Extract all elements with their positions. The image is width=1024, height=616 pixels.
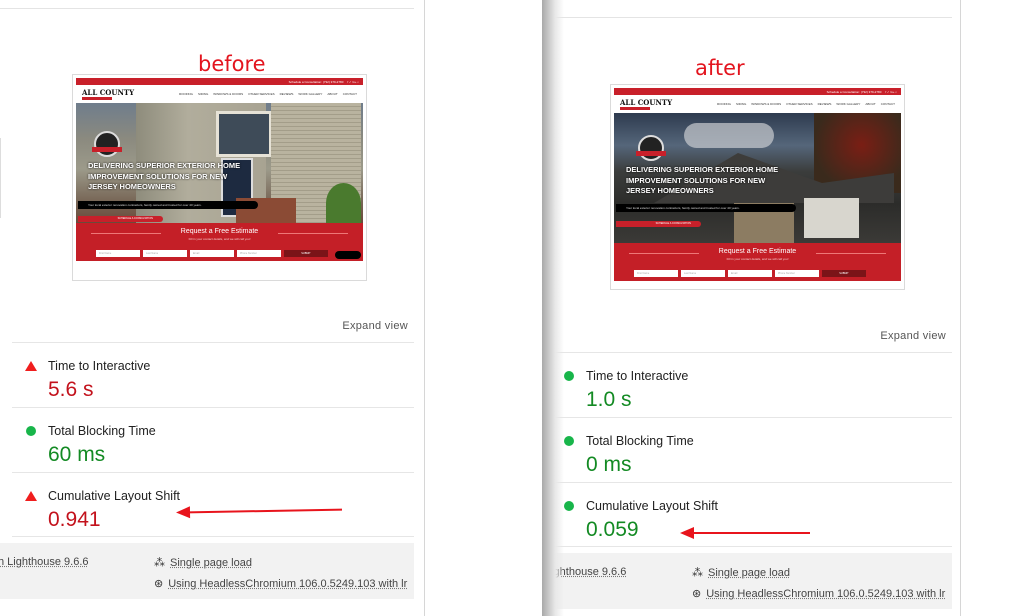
metric-value: 1.0 s (586, 388, 632, 411)
report-footer: h Lighthouse 9.6.6 ⁂ Single page load ⊛ Us… (0, 543, 414, 599)
hero-title: DELIVERING SUPERIOR EXTERIOR HOME IMPROV… (88, 161, 241, 191)
last-name-field: Last Name (681, 270, 725, 277)
estimate-subtitle: Fill in your contact details, and we wil… (188, 237, 251, 241)
submit-button: SUBMIT (822, 270, 866, 277)
submit-button: SUBMIT (284, 250, 328, 257)
metric-value: 0.059 (586, 518, 639, 541)
metric-total-blocking-time: Total Blocking Time 0 ms (550, 417, 952, 482)
background-gap (425, 0, 542, 616)
metric-label: Time to Interactive (48, 359, 151, 373)
final-screenshot-thumbnail[interactable]: Schedule a Consultation: (732) 379-2780 … (610, 84, 905, 290)
metric-time-to-interactive: Time to Interactive 5.6 s (12, 342, 414, 407)
pass-circle-icon (564, 371, 574, 381)
chat-widget (335, 251, 361, 259)
last-name-field: Last Name (143, 250, 187, 257)
pass-circle-icon (564, 436, 574, 446)
thumb-nav: ROOFING SIDING WINDOWS & DOORS OTHER SER… (716, 102, 895, 106)
pass-circle-icon (26, 426, 36, 436)
email-field: Email (190, 250, 234, 257)
metric-label: Cumulative Layout Shift (48, 489, 181, 503)
metric-value: 5.6 s (48, 378, 94, 401)
report-footer: Lighthouse 9.6.6 ⁂ Single page load ⊛ Usin… (542, 553, 952, 609)
browser-info: ⊛ Using HeadlessChromium 106.0.5249.103 w… (154, 578, 408, 590)
thumb-topbar-text: Schedule a Consultation: (732) 379-2780 (288, 79, 344, 84)
anniversary-badge-icon (636, 135, 666, 161)
logo: ALL COUNTY (82, 89, 134, 100)
first-name-field: First Name (634, 270, 678, 277)
before-report-panel: before Schedule a Consultation: (732) 37… (0, 0, 425, 616)
divider (0, 8, 414, 9)
metric-time-to-interactive: Time to Interactive 1.0 s (550, 352, 952, 417)
thumb-header: ALL COUNTY ROOFING SIDING WINDOWS & DOOR… (614, 95, 901, 113)
single-page-load-icon: ⁂ (692, 567, 703, 579)
thumb-topbar-text: Schedule a Consultation: (732) 379-2780 (826, 89, 882, 94)
schedule-consultation-button: SCHEDULE A CONSULTATION (616, 221, 701, 227)
metric-value: 60 ms (48, 443, 106, 466)
metric-label: Total Blocking Time (48, 424, 156, 438)
schedule-consultation-button: SCHEDULE A CONSULTATION (78, 216, 163, 222)
expand-view-link[interactable]: Expand view (342, 320, 408, 332)
metric-label: Cumulative Layout Shift (586, 499, 719, 513)
first-name-field: First Name (96, 250, 140, 257)
divider (550, 546, 952, 547)
before-annotation: before (198, 52, 266, 76)
lighthouse-version-link[interactable]: h Lighthouse 9.6.6 (0, 556, 89, 568)
lighthouse-version-link[interactable]: Lighthouse 9.6.6 (545, 566, 626, 578)
email-field: Email (728, 270, 772, 277)
hero-subtitle: Your local exterior renovation contracto… (616, 204, 796, 212)
social-icons: f ✓ G+ ⌕ (347, 79, 359, 84)
metric-total-blocking-time: Total Blocking Time 60 ms (12, 407, 414, 472)
social-icons: f ✓ G+ ⌕ (885, 89, 897, 94)
phone-field: Phone Number (237, 250, 281, 257)
metric-cumulative-layout-shift: Cumulative Layout Shift 0.059 (550, 482, 952, 547)
after-report-panel: after Schedule a Consultation: (732) 379… (542, 0, 961, 616)
expand-view-link[interactable]: Expand view (880, 330, 946, 342)
estimate-form: Request a Free Estimate Fill in your con… (614, 243, 901, 281)
estimate-form: Request a Free Estimate Fill in your con… (76, 223, 363, 261)
pass-circle-icon (564, 501, 574, 511)
anniversary-badge-icon (92, 131, 122, 157)
estimate-subtitle: Fill in your contact details, and we wil… (726, 257, 789, 261)
chrome-icon: ⊛ (154, 578, 164, 590)
fail-triangle-icon (25, 491, 37, 501)
divider (12, 536, 414, 537)
divider (542, 17, 952, 18)
hero-subtitle: Your local exterior renovation contracto… (78, 201, 258, 209)
metric-label: Total Blocking Time (586, 434, 694, 448)
thumb-topbar: Schedule a Consultation: (732) 379-2780 … (614, 88, 901, 95)
thumb-header: ALL COUNTY ROOFING SIDING WINDOWS & DOOR… (76, 85, 363, 103)
metric-value: 0 ms (586, 453, 632, 476)
browser-info: ⊛ Using HeadlessChromium 106.0.5249.103 w… (692, 588, 946, 600)
after-annotation: after (695, 56, 745, 80)
hero-title: DELIVERING SUPERIOR EXTERIOR HOME IMPROV… (626, 165, 779, 195)
final-screenshot-thumbnail[interactable]: Schedule a Consultation: (732) 379-2780 … (72, 74, 367, 281)
page-load-info: ⁂ Single page load (154, 557, 252, 569)
phone-field: Phone Number (775, 270, 819, 277)
thumb-hero-image: DELIVERING SUPERIOR EXTERIOR HOME IMPROV… (76, 103, 363, 223)
thumb-topbar: Schedule a Consultation: (732) 379-2780 … (76, 78, 363, 85)
thumb-hero-image: DELIVERING SUPERIOR EXTERIOR HOME IMPROV… (614, 113, 901, 243)
metric-value: 0.941 (48, 508, 101, 531)
single-page-load-icon: ⁂ (154, 557, 165, 569)
divider (0, 138, 1, 218)
metric-label: Time to Interactive (586, 369, 689, 383)
red-arrow-annotation (680, 527, 810, 539)
logo: ALL COUNTY (620, 99, 672, 110)
fail-triangle-icon (25, 361, 37, 371)
page-load-info: ⁂ Single page load (692, 567, 790, 579)
thumb-nav: ROOFING SIDING WINDOWS & DOORS OTHER SER… (178, 92, 357, 96)
chrome-icon: ⊛ (692, 588, 702, 600)
metric-cumulative-layout-shift: Cumulative Layout Shift 0.941 (12, 472, 414, 537)
